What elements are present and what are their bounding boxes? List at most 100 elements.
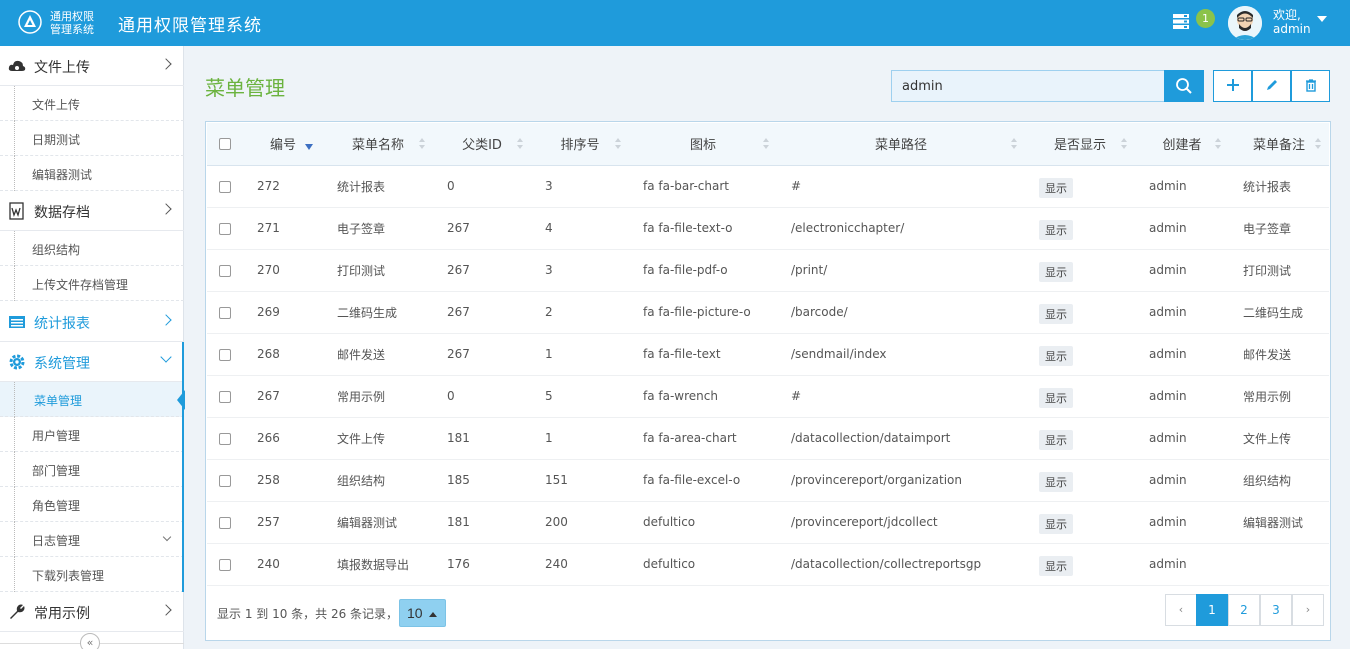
add-button[interactable] <box>1213 70 1252 102</box>
sidebar-collapse-button[interactable]: « <box>80 633 100 649</box>
sidebar-group-system[interactable]: 系统管理 <box>0 342 184 382</box>
next-page-button[interactable]: › <box>1292 594 1324 626</box>
cell-path: /provincereport/organization <box>791 473 962 487</box>
cell-name: 填报数据导出 <box>337 557 410 572</box>
row-checkbox[interactable] <box>219 306 231 319</box>
page-button-2[interactable]: 2 <box>1228 594 1260 626</box>
table-row[interactable]: 257 编辑器测试 181 200 defultico/provincereport/j… <box>207 501 1329 543</box>
sidebar-group-file-upload[interactable]: 文件上传 <box>0 46 184 86</box>
row-checkbox[interactable] <box>219 180 231 193</box>
sidebar-item-date-test[interactable]: 日期测试 <box>0 121 184 156</box>
table-row[interactable]: 272 统计报表 0 3 fa fa-bar-chart # 显示 admin 统计报表 <box>207 165 1329 207</box>
cell-order: 1 <box>545 431 553 445</box>
table-row[interactable]: 267 常用示例 0 5 fa fa-wrench # 显示 admin 常用示例 <box>207 375 1329 417</box>
row-select-cell <box>207 375 243 417</box>
chevron-down-icon <box>162 532 172 542</box>
sidebar-item-user-management[interactable]: 用户管理 <box>0 417 184 452</box>
welcome-text[interactable]: 欢迎, admin <box>1273 8 1311 36</box>
column-header-path[interactable]: 菜单路径 <box>777 123 1025 166</box>
row-checkbox[interactable] <box>219 516 231 529</box>
cell-parent: 267 <box>447 305 470 319</box>
row-checkbox[interactable] <box>219 390 231 403</box>
row-checkbox[interactable] <box>219 558 231 571</box>
visible-badge: 显示 <box>1039 261 1073 282</box>
user-menu-caret-icon[interactable] <box>1317 16 1327 22</box>
sidebar-item-upload-archive[interactable]: 上传文件存档管理 <box>0 266 184 301</box>
top-header: 通用权限 管理系统 通用权限管理系统 1 欢迎, admin <box>0 0 1350 46</box>
column-header-label: 创建者 <box>1162 138 1202 154</box>
table-row[interactable]: 266 文件上传 181 1 fa fa-area-chart/datacollecti… <box>207 417 1329 459</box>
column-header-order[interactable]: 排序号 <box>531 123 629 166</box>
cell-remark: 编辑器测试 <box>1243 515 1304 530</box>
column-header-id[interactable]: 编号 <box>243 123 323 166</box>
sidebar-item-log-management[interactable]: 日志管理 <box>0 522 184 557</box>
table-row[interactable]: 269 二维码生成 267 2 fa fa-file-picture-o/barcode… <box>207 291 1329 333</box>
table-row[interactable]: 240 填报数据导出 176 240 defultico/datacollection/… <box>207 543 1329 585</box>
visible-badge: 显示 <box>1039 387 1073 408</box>
wrench-icon <box>10 604 25 619</box>
cell-creator: admin <box>1149 431 1187 445</box>
sidebar-group-reports[interactable]: 统计报表 <box>0 302 184 342</box>
sidebar-item-org-structure[interactable]: 组织结构 <box>0 231 184 266</box>
cell-show: 显示 <box>1025 417 1135 459</box>
sort-icon <box>419 138 425 150</box>
sort-icon <box>517 138 523 150</box>
sort-icon <box>1011 138 1017 150</box>
active-group-rail <box>182 342 184 592</box>
sidebar-item-file-upload[interactable]: 文件上传 <box>0 86 184 121</box>
cell-show: 显示 <box>1025 501 1135 543</box>
delete-button[interactable] <box>1291 70 1330 102</box>
sort-icon <box>1315 138 1321 150</box>
cell-id: 266 <box>257 431 280 445</box>
visible-badge: 显示 <box>1039 513 1073 534</box>
select-all-cell <box>207 123 243 166</box>
row-checkbox[interactable] <box>219 432 231 445</box>
sidebar-item-dept-management[interactable]: 部门管理 <box>0 452 184 487</box>
sidebar-item-editor-test[interactable]: 编辑器测试 <box>0 156 184 191</box>
sidebar-item-menu-management[interactable]: 菜单管理 <box>0 382 185 417</box>
table-row[interactable]: 268 邮件发送 267 1 fa fa-file-text/sendmail/inde… <box>207 333 1329 375</box>
prev-page-button[interactable]: ‹ <box>1165 594 1197 626</box>
page-button-3[interactable]: 3 <box>1260 594 1292 626</box>
table-row[interactable]: 258 组织结构 185 151 fa fa-file-excel-o/province… <box>207 459 1329 501</box>
column-header-remark[interactable]: 菜单备注 <box>1229 123 1329 166</box>
column-header-parent-id[interactable]: 父类ID <box>433 123 531 166</box>
sidebar-group-data-archive[interactable]: 数据存档 <box>0 191 184 231</box>
cell-order: 5 <box>545 389 553 403</box>
column-header-label: 菜单名称 <box>351 138 404 154</box>
logo[interactable]: 通用权限 管理系统 <box>18 8 108 40</box>
row-checkbox[interactable] <box>219 222 231 235</box>
page-button-1[interactable]: 1 <box>1196 594 1228 626</box>
notification-badge[interactable]: 1 <box>1196 9 1215 28</box>
table-row[interactable]: 271 电子签章 267 4 fa fa-file-text-o/electronicc… <box>207 207 1329 249</box>
column-header-visible[interactable]: 是否显示 <box>1025 123 1135 166</box>
search-button[interactable] <box>1164 70 1204 102</box>
cell-creator: admin <box>1149 179 1187 193</box>
sidebar-item-role-management[interactable]: 角色管理 <box>0 487 184 522</box>
select-all-checkbox[interactable] <box>219 137 231 150</box>
row-select-cell <box>207 417 243 459</box>
page-size-select[interactable]: 10 <box>399 599 446 627</box>
sidebar-item-download-list[interactable]: 下载列表管理 <box>0 557 184 592</box>
cell-creator: admin <box>1149 473 1187 487</box>
cell-name: 组织结构 <box>337 473 386 488</box>
cell-icon: fa fa-bar-chart <box>643 179 729 193</box>
cell-path: /provincereport/jdcollect <box>791 515 938 529</box>
avatar[interactable] <box>1228 6 1262 40</box>
column-header-name[interactable]: 菜单名称 <box>323 123 433 166</box>
table-row[interactable]: 270 打印测试 267 3 fa fa-file-pdf-o/print/显示 admi… <box>207 249 1329 291</box>
row-checkbox[interactable] <box>219 474 231 487</box>
row-checkbox[interactable] <box>219 264 231 277</box>
sidebar: 文件上传 文件上传 日期测试 编辑器测试 数据存档 组织结构 上传文件存档管理 … <box>0 46 185 649</box>
visible-badge: 显示 <box>1039 219 1073 240</box>
search-input[interactable] <box>891 70 1165 102</box>
column-header-creator[interactable]: 创建者 <box>1135 123 1229 166</box>
sidebar-group-label: 文件上传 <box>34 60 90 76</box>
sidebar-group-label: 统计报表 <box>34 316 90 332</box>
visible-badge: 显示 <box>1039 303 1073 324</box>
column-header-icon[interactable]: 图标 <box>629 123 777 166</box>
server-list-icon[interactable] <box>1172 12 1190 30</box>
edit-button[interactable] <box>1252 70 1291 102</box>
sidebar-group-examples[interactable]: 常用示例 <box>0 592 184 632</box>
row-checkbox[interactable] <box>219 348 231 361</box>
